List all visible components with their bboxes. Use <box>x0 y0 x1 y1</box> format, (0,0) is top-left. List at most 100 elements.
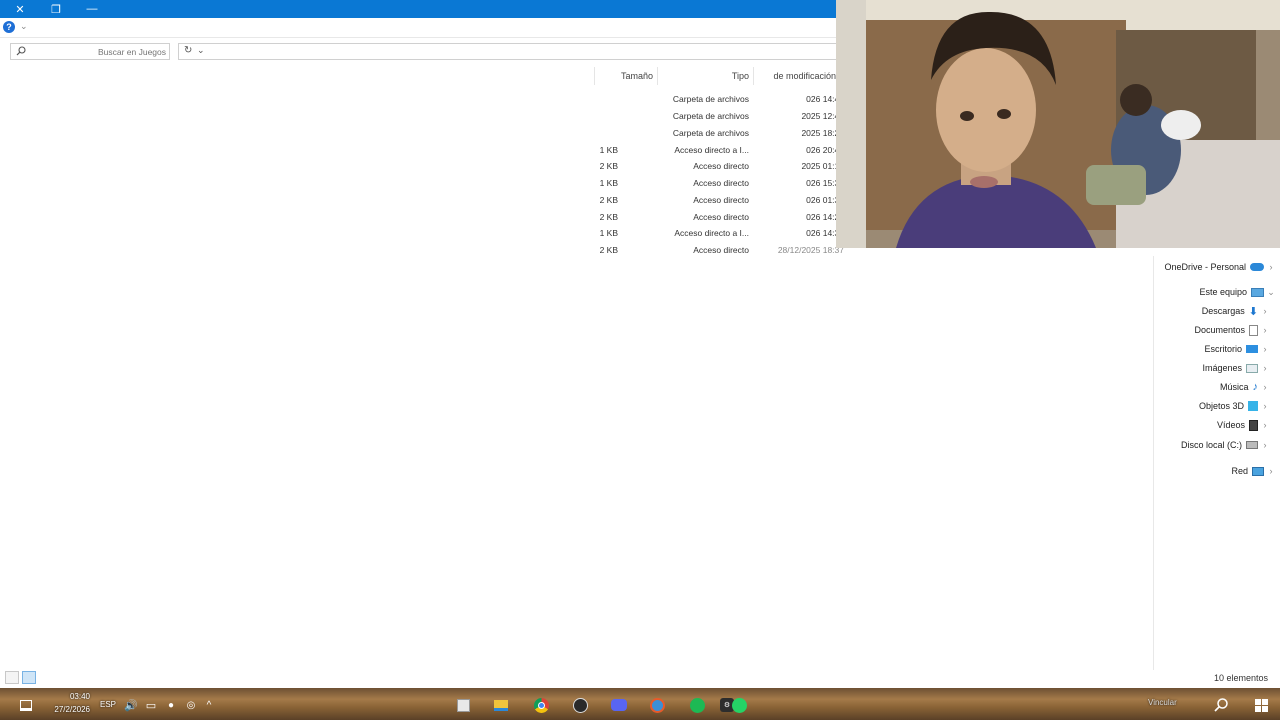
nav-item-label: Música <box>1219 382 1249 392</box>
nav-item-label: OneDrive - Personal <box>1164 262 1246 272</box>
nav-item-label: Imágenes <box>1202 363 1242 373</box>
table-row[interactable]: 1 KB Acceso directo 026 15:36 <box>594 175 844 192</box>
cube-icon <box>1248 401 1258 411</box>
large-icons-view-button[interactable] <box>5 671 19 684</box>
file-explorer-icon[interactable] <box>490 694 512 716</box>
table-row[interactable]: Carpeta de archivos 2025 12:42 <box>594 108 844 125</box>
nav-expand-network-chevron-icon[interactable]: › <box>1266 462 1276 480</box>
start-button[interactable] <box>1250 694 1272 716</box>
nav-item-desktop[interactable]: Escritorio <box>1160 340 1258 358</box>
nav-item-videos[interactable]: Vídeos <box>1160 416 1258 434</box>
nav-expand-chevron-icon[interactable]: › <box>1260 302 1270 320</box>
file-size: 2 KB <box>599 245 618 255</box>
nav-item-network[interactable]: Red <box>1160 462 1264 480</box>
nav-item-downloads[interactable]: Descargas ⬇ <box>1160 302 1258 320</box>
table-row[interactable]: Carpeta de archivos 2025 18:23 <box>594 125 844 142</box>
file-date: 28/12/2025 18:37 <box>777 245 844 255</box>
nav-expand-chevron-icon[interactable]: › <box>1260 436 1270 454</box>
file-size: 1 KB <box>599 178 618 188</box>
file-type: Acceso directo <box>693 161 749 171</box>
details-view-button[interactable] <box>22 671 36 684</box>
nav-expand-onedrive-chevron-icon[interactable]: › <box>1266 258 1276 276</box>
pictures-icon <box>1246 363 1258 373</box>
browser-icon[interactable] <box>646 694 668 716</box>
windows-logo-icon <box>1254 698 1268 712</box>
nav-expand-chevron-icon[interactable]: › <box>1260 378 1270 396</box>
nav-expand-chevron-icon[interactable]: › <box>1260 359 1270 377</box>
search-box[interactable] <box>10 43 170 60</box>
nav-item-label: Escritorio <box>1204 344 1242 354</box>
whatsapp-icon[interactable] <box>728 694 750 716</box>
nav-collapse-thispc-chevron-icon[interactable]: ⌄ <box>1266 283 1276 301</box>
file-type: Carpeta de archivos <box>672 128 749 138</box>
magnifier-icon <box>1214 698 1228 712</box>
network-icon <box>1252 466 1264 476</box>
address-history-chevron-icon[interactable]: ⌄ <box>197 45 205 56</box>
nav-item-this-pc[interactable]: Este equipo <box>1160 283 1264 301</box>
spotify-icon[interactable] <box>686 694 708 716</box>
file-type: Acceso directo <box>693 245 749 255</box>
show-hidden-icons-chevron-icon[interactable]: ^ <box>198 694 220 716</box>
obs-icon[interactable] <box>569 694 591 716</box>
file-type: Carpeta de archivos <box>672 94 749 104</box>
notifications-icon[interactable] <box>15 694 37 716</box>
chrome-icon[interactable] <box>530 694 552 716</box>
nav-item-label: Red <box>1231 466 1248 476</box>
file-size: 1 KB <box>599 228 618 238</box>
document-icon <box>1249 324 1258 336</box>
search-icon <box>16 46 26 56</box>
nav-item-pictures[interactable]: Imágenes <box>1160 359 1258 377</box>
table-row[interactable]: 2 KB Acceso directo 026 14:27 <box>594 209 844 226</box>
refresh-icon[interactable]: ↻ <box>184 45 192 56</box>
close-button[interactable]: ✕ <box>2 0 38 18</box>
network-tray-icon[interactable]: ▭ <box>140 694 162 716</box>
minimize-button[interactable]: — <box>74 0 110 18</box>
clock-date[interactable]: 27/2/2026 <box>44 705 90 714</box>
download-arrow-icon: ⬇ <box>1248 305 1258 318</box>
cloud-icon <box>1250 263 1264 271</box>
nav-item-label: Disco local (C:) <box>1180 440 1242 450</box>
file-size: 2 KB <box>599 195 618 205</box>
column-header-size[interactable]: Tamaño <box>594 67 657 85</box>
nav-item-onedrive[interactable]: OneDrive - Personal <box>1140 258 1264 276</box>
language-indicator[interactable]: ESP <box>100 700 116 709</box>
monitor-icon <box>1251 287 1264 297</box>
discord-icon[interactable] <box>608 694 630 716</box>
nav-item-3d-objects[interactable]: Objetos 3D <box>1160 397 1258 415</box>
table-row[interactable]: 2 KB Acceso directo 026 01:34 <box>594 192 844 209</box>
nav-expand-chevron-icon[interactable]: › <box>1260 321 1270 339</box>
restore-button[interactable]: ❐ <box>38 0 74 18</box>
store-icon[interactable] <box>452 694 474 716</box>
nav-expand-chevron-icon[interactable]: › <box>1260 416 1270 434</box>
nav-item-documents[interactable]: Documentos <box>1160 321 1258 339</box>
microphone-icon[interactable]: ● <box>160 694 182 716</box>
address-bar[interactable]: ↻ ⌄ <box>178 43 838 60</box>
search-taskbar-icon[interactable] <box>1210 694 1232 716</box>
item-count: 10 elementos <box>1213 673 1268 683</box>
search-input[interactable] <box>31 45 166 58</box>
music-note-icon: ♪ <box>1252 381 1259 393</box>
table-row[interactable]: 2 KB Acceso directo 28/12/2025 18:37 <box>594 242 844 259</box>
nav-item-label: Vídeos <box>1216 420 1245 430</box>
table-row[interactable]: 2 KB Acceso directo 2025 01:14 <box>594 158 844 175</box>
file-type: Acceso directo <box>693 195 749 205</box>
nav-expand-chevron-icon[interactable]: › <box>1260 397 1270 415</box>
file-type: Carpeta de archivos <box>672 111 749 121</box>
file-size: 2 KB <box>599 212 618 222</box>
table-row[interactable]: 1 KB Acceso directo a I... 026 20:47 <box>594 142 844 159</box>
table-row[interactable]: Carpeta de archivos 026 14:46 <box>594 91 844 108</box>
watermark-text: Vincular <box>1148 698 1177 707</box>
volume-icon[interactable]: 🔊 <box>120 694 142 716</box>
nav-item-music[interactable]: Música ♪ <box>1160 378 1258 396</box>
column-header-date[interactable]: de modificación <box>753 67 838 85</box>
file-size: 1 KB <box>599 145 618 155</box>
table-row[interactable]: 1 KB Acceso directo a I... 026 14:31 <box>594 225 844 242</box>
file-type: Acceso directo <box>693 178 749 188</box>
help-icon[interactable]: ? <box>3 21 15 33</box>
ribbon-expand-chevron-icon[interactable]: ⌄ <box>20 21 28 32</box>
nav-item-local-disk[interactable]: Disco local (C:) <box>1160 436 1258 454</box>
clock-time[interactable]: 03:40 <box>44 692 90 701</box>
column-header-type[interactable]: Tipo <box>657 67 753 85</box>
nav-expand-chevron-icon[interactable]: › <box>1260 340 1270 358</box>
nav-pane-divider[interactable] <box>1153 256 1154 670</box>
